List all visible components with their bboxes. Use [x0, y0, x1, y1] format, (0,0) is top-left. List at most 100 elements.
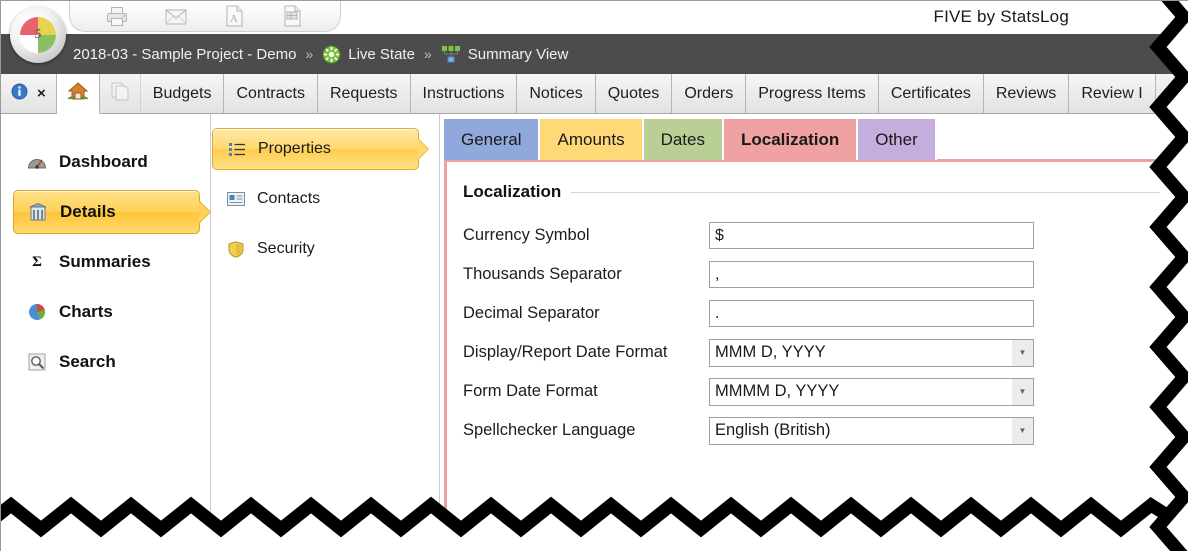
currency-symbol-label: Currency Symbol — [463, 226, 590, 244]
tab-contracts[interactable]: Contracts — [224, 74, 318, 113]
subnav-label: Contacts — [257, 190, 321, 207]
tab-copy[interactable] — [99, 74, 141, 113]
sidebar-item-search[interactable]: Search — [13, 340, 200, 384]
tab-certificates[interactable]: Certificates — [878, 74, 984, 113]
decimal-separator-label: Decimal Separator — [463, 304, 600, 322]
form-date-format-select[interactable]: MMMM D, YYYY ▼ — [709, 377, 1034, 406]
tab-progress-items[interactable]: Progress Items — [746, 74, 879, 113]
form-row: Display/Report Date Format MMM D, YYYY ▼ — [463, 333, 1184, 372]
form-row: Decimal Separator — [463, 294, 1184, 333]
sidebar-label: Dashboard — [59, 152, 148, 171]
subtab-other[interactable]: Other — [858, 119, 937, 160]
sidebar-label: Details — [60, 202, 116, 221]
spellchecker-language-value: English (British) — [715, 421, 831, 439]
sigma-icon: Σ — [32, 253, 42, 270]
thousands-separator-input[interactable] — [709, 261, 1034, 288]
section-header: Localization — [463, 182, 1160, 202]
tab-requests[interactable]: Requests — [317, 74, 411, 113]
summary-view-icon — [441, 45, 461, 64]
tab-orders[interactable]: Orders — [672, 74, 747, 113]
spellchecker-language-select[interactable]: English (British) ▼ — [709, 416, 1034, 445]
app-logo[interactable]: 5 — [10, 7, 66, 63]
magnifier-icon — [27, 353, 47, 371]
shield-icon — [226, 240, 246, 258]
sidebar: Dashboard Details Σ Summaries Charts Sea… — [1, 114, 211, 551]
tab-instructions[interactable]: Instructions — [410, 74, 518, 113]
subtab-dates[interactable]: Dates — [643, 119, 724, 160]
pie-chart-icon — [27, 303, 47, 321]
print-icon[interactable] — [104, 4, 130, 28]
live-state-icon — [322, 45, 341, 64]
sidebar-item-summaries[interactable]: Σ Summaries — [13, 240, 200, 284]
subnav-label: Security — [257, 240, 315, 257]
decimal-separator-input[interactable] — [709, 300, 1034, 327]
subnav-panel: Properties Contacts Security — [212, 114, 440, 551]
subtab-amounts[interactable]: Amounts — [540, 119, 644, 160]
home-icon — [67, 81, 89, 106]
subtab-general[interactable]: General — [444, 119, 541, 160]
sidebar-label: Search — [59, 352, 116, 371]
spellchecker-language-label: Spellchecker Language — [463, 421, 636, 439]
contact-card-icon — [226, 192, 246, 206]
building-icon — [28, 203, 48, 221]
subtab-localization[interactable]: Localization — [724, 119, 859, 160]
form-date-format-label: Form Date Format — [463, 382, 598, 400]
close-icon[interactable]: × — [37, 85, 46, 102]
tab-reviews[interactable]: Reviews — [983, 74, 1070, 113]
application-window: A FIVE by StatsLog 5 2018-03 - Sample Pr… — [0, 0, 1188, 551]
email-icon[interactable] — [163, 4, 189, 28]
gauge-icon — [27, 154, 47, 170]
body: Dashboard Details Σ Summaries Charts Sea… — [1, 114, 1188, 551]
sidebar-label: Summaries — [59, 252, 151, 271]
info-icon[interactable] — [11, 83, 28, 105]
subnav-item-properties[interactable]: Properties — [212, 128, 419, 170]
display-report-date-format-select[interactable]: MMM D, YYYY ▼ — [709, 338, 1034, 367]
tab-notices[interactable]: Notices — [517, 74, 596, 113]
tab-info-close[interactable]: × — [1, 74, 57, 113]
form-row: Thousands Separator — [463, 255, 1184, 294]
chevron-down-icon[interactable]: ▼ — [1012, 417, 1033, 444]
breadcrumb-project[interactable]: 2018-03 - Sample Project - Demo — [73, 46, 296, 63]
copy-pages-icon — [110, 81, 130, 106]
sidebar-label: Charts — [59, 302, 113, 321]
form-row: Currency Symbol — [463, 216, 1184, 255]
display-report-date-format-value: MMM D, YYYY — [715, 343, 826, 361]
tab-review-items[interactable]: Review I — [1069, 74, 1156, 113]
tab-quotes[interactable]: Quotes — [595, 74, 673, 113]
subnav-item-contacts[interactable]: Contacts — [212, 178, 419, 220]
tab-home[interactable] — [56, 74, 100, 114]
currency-symbol-input[interactable] — [709, 222, 1034, 249]
svg-text:A: A — [230, 13, 238, 25]
section-title: Localization — [463, 182, 562, 201]
subnav-label: Properties — [258, 140, 331, 157]
spreadsheet-icon[interactable] — [280, 4, 306, 28]
sidebar-item-dashboard[interactable]: Dashboard — [13, 140, 200, 184]
display-report-date-format-label: Display/Report Date Format — [463, 343, 668, 361]
tab-budgets[interactable]: Budgets — [140, 74, 225, 113]
pdf-icon[interactable]: A — [221, 4, 247, 28]
form-row: Spellchecker Language English (British) … — [463, 411, 1184, 450]
top-strip: A FIVE by StatsLog — [1, 1, 1188, 34]
main-tab-bar: × Budgets Contracts Requests Instruction — [1, 74, 1188, 114]
breadcrumb: 2018-03 - Sample Project - Demo » Live S… — [1, 34, 1188, 74]
localization-panel: Localization Currency Symbol Thousands S… — [444, 159, 1184, 549]
chevron-down-icon[interactable]: ▼ — [1012, 378, 1033, 405]
form-row: Form Date Format MMMM D, YYYY ▼ — [463, 372, 1184, 411]
breadcrumb-separator-2: » — [423, 46, 432, 62]
sidebar-item-charts[interactable]: Charts — [13, 290, 200, 334]
form-date-format-value: MMMM D, YYYY — [715, 382, 840, 400]
breadcrumb-state[interactable]: Live State — [348, 46, 415, 63]
brand-title: FIVE by StatsLog — [933, 7, 1069, 26]
content-area: General Amounts Dates Localization Other… — [441, 114, 1188, 551]
chevron-down-icon[interactable]: ▼ — [1012, 339, 1033, 366]
logo-number: 5 — [34, 27, 42, 42]
list-icon — [227, 142, 247, 156]
subnav-item-security[interactable]: Security — [212, 228, 419, 270]
thousands-separator-label: Thousands Separator — [463, 265, 622, 283]
breadcrumb-view[interactable]: Summary View — [468, 46, 569, 63]
toolbar: A — [69, 1, 341, 32]
section-divider — [571, 191, 1160, 193]
breadcrumb-separator-1: » — [305, 46, 314, 62]
subtab-bar: General Amounts Dates Localization Other — [444, 119, 937, 160]
sidebar-item-details[interactable]: Details — [13, 190, 200, 234]
